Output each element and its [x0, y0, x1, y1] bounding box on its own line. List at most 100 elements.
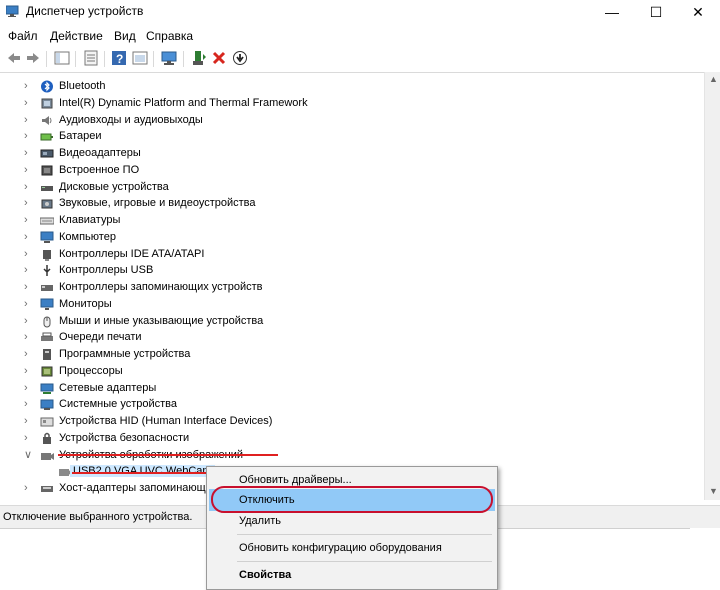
sound-icon	[41, 199, 53, 209]
disable-device-icon[interactable]	[232, 50, 248, 66]
usb-icon	[43, 265, 51, 276]
tree-category-row[interactable]: › Intel(R) Dynamic Platform and Thermal F…	[0, 95, 700, 112]
tree-category-row[interactable]: › Дисковые устройства	[0, 179, 700, 196]
background-area	[690, 528, 720, 590]
scroll-down-icon[interactable]: ▼	[709, 486, 718, 496]
minimize-button[interactable]: —	[590, 0, 634, 24]
tree-category-row[interactable]: › Bluetooth	[0, 78, 700, 95]
chevron-right-icon[interactable]: ›	[24, 248, 34, 260]
tree-category-row[interactable]: › Контроллеры USB	[0, 262, 700, 279]
tree-category-row[interactable]: › Устройства безопасности	[0, 430, 700, 447]
menu-scan-hardware[interactable]: Обновить конфигурацию оборудования	[209, 537, 495, 559]
tree-category-row[interactable]: › Устройства HID (Human Interface Devices…	[0, 413, 700, 430]
tree-category-row[interactable]: › Встроенное ПО	[0, 162, 700, 179]
menu-item-label: Удалить	[239, 515, 281, 527]
close-button[interactable]: ✕	[676, 0, 720, 24]
tree-category-label: Мониторы	[59, 298, 112, 310]
tree-category-row[interactable]: › Батареи	[0, 128, 700, 145]
chevron-right-icon[interactable]: ›	[24, 281, 34, 293]
device-tree: › Bluetooth › Intel(R) Dynamic Platform and…	[0, 72, 704, 501]
tree-category-row[interactable]: › Контроллеры запоминающих устройств	[0, 279, 700, 296]
chevron-right-icon[interactable]: ›	[24, 264, 34, 276]
menu-item-label: Обновить драйверы...	[239, 474, 352, 486]
tree-category-row[interactable]: › Контроллеры IDE ATA/ATAPI	[0, 246, 700, 263]
uninstall-device-icon[interactable]	[211, 50, 227, 66]
network-adapter-icon	[40, 383, 54, 394]
context-menu: Обновить драйверы... Отключить Удалить О…	[206, 466, 498, 590]
chip-icon	[41, 98, 53, 109]
chevron-right-icon[interactable]: ›	[24, 147, 34, 159]
hid-icon	[40, 417, 54, 427]
annotation-underline	[72, 472, 209, 474]
tree-category-row[interactable]: › Компьютер	[0, 229, 700, 246]
chevron-right-icon[interactable]: ›	[24, 298, 34, 310]
chevron-right-icon[interactable]: ›	[24, 331, 34, 343]
chevron-right-icon[interactable]: ›	[24, 398, 34, 410]
maximize-button[interactable]: ☐	[634, 0, 678, 24]
vertical-scrollbar[interactable]: ▲ ▼	[704, 72, 720, 500]
tree-category-row[interactable]: › Системные устройства	[0, 396, 700, 413]
status-text: Отключение выбранного устройства.	[3, 511, 193, 523]
chevron-right-icon[interactable]: ›	[24, 432, 34, 444]
forward-arrow-icon[interactable]	[25, 50, 41, 66]
tree-category-row[interactable]: › Клавиатуры	[0, 212, 700, 229]
tree-category-row[interactable]: › Программные устройства	[0, 346, 700, 363]
menu-file[interactable]: Файл	[8, 29, 38, 43]
chevron-right-icon[interactable]: ›	[24, 97, 34, 109]
menu-separator	[237, 534, 492, 535]
tree-category-label: Контроллеры запоминающих устройств	[59, 281, 263, 293]
tree-category-row[interactable]: › Мониторы	[0, 296, 700, 313]
bluetooth-icon	[41, 80, 53, 93]
tree-category-label: Контроллеры IDE ATA/ATAPI	[59, 248, 205, 260]
scroll-up-icon[interactable]: ▲	[709, 74, 718, 84]
chevron-right-icon[interactable]: ›	[24, 348, 34, 360]
help-icon[interactable]: ?	[111, 50, 127, 66]
toolbar-divider	[46, 51, 47, 67]
chevron-right-icon[interactable]: ›	[24, 80, 34, 92]
chevron-right-icon[interactable]: ›	[24, 482, 34, 494]
tree-category-label: Intel(R) Dynamic Platform and Thermal Fr…	[59, 97, 308, 109]
menu-help[interactable]: Справка	[146, 29, 193, 43]
back-arrow-icon[interactable]	[6, 50, 22, 66]
security-device-icon	[43, 432, 51, 444]
tree-category-label: Сетевые адаптеры	[59, 382, 157, 394]
tree-category-label: Мыши и иные указывающие устройства	[59, 315, 264, 327]
tree-category-row[interactable]: › Процессоры	[0, 363, 700, 380]
tree-category-row[interactable]: › Видеоадаптеры	[0, 145, 700, 162]
svg-text:?: ?	[116, 52, 123, 66]
firmware-icon	[41, 165, 53, 176]
menu-properties[interactable]: Свойства	[209, 564, 495, 586]
update-driver-icon[interactable]	[191, 50, 207, 66]
chevron-right-icon[interactable]: ›	[24, 197, 34, 209]
scan-hardware-icon[interactable]	[161, 50, 177, 66]
chevron-down-icon[interactable]: ∨	[24, 449, 34, 461]
chevron-right-icon[interactable]: ›	[24, 164, 34, 176]
tree-category-row[interactable]: › Звуковые, игровые и видеоустройства	[0, 195, 700, 212]
processor-icon	[41, 366, 53, 377]
chevron-right-icon[interactable]: ›	[24, 382, 34, 394]
tree-device-label: USB2.0 VGA UVC WebCam	[70, 465, 215, 477]
menu-separator	[237, 561, 492, 562]
menu-uninstall-device[interactable]: Удалить	[209, 510, 495, 532]
tree-category-label: Батареи	[59, 130, 102, 142]
menu-action[interactable]: Действие	[50, 29, 103, 43]
tree-category-row[interactable]: › Аудиовходы и аудиовыходы	[0, 112, 700, 129]
toolbar-divider	[75, 51, 76, 67]
menu-view[interactable]: Вид	[114, 29, 136, 43]
chevron-right-icon[interactable]: ›	[24, 130, 34, 142]
properties-icon[interactable]	[83, 50, 99, 66]
tree-category-row[interactable]: › Мыши и иные указывающие устройства	[0, 313, 700, 330]
chevron-right-icon[interactable]: ›	[24, 114, 34, 126]
menu-bar: Файл Действие Вид Справка	[0, 26, 720, 46]
chevron-right-icon[interactable]: ›	[24, 231, 34, 243]
chevron-right-icon[interactable]: ›	[24, 365, 34, 377]
tree-category-label: Устройства безопасности	[59, 432, 190, 444]
chevron-right-icon[interactable]: ›	[24, 315, 34, 327]
chevron-right-icon[interactable]: ›	[24, 415, 34, 427]
tree-category-row[interactable]: › Очереди печати	[0, 329, 700, 346]
chevron-right-icon[interactable]: ›	[24, 214, 34, 226]
chevron-right-icon[interactable]: ›	[24, 181, 34, 193]
show-hide-tree-icon[interactable]	[54, 50, 70, 66]
view-icon[interactable]	[132, 50, 148, 66]
tree-category-row[interactable]: › Сетевые адаптеры	[0, 380, 700, 397]
